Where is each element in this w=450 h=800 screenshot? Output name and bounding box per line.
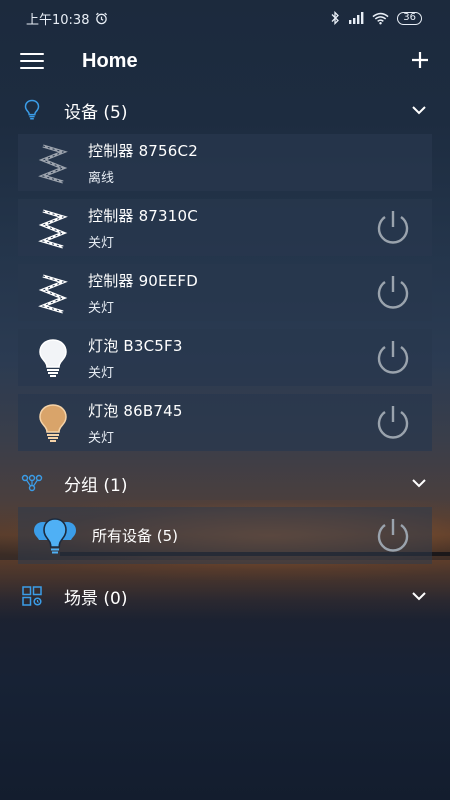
battery-indicator: 36 — [397, 11, 422, 25]
scene-grid-icon — [20, 584, 44, 608]
wifi-icon — [372, 12, 389, 24]
led-strip-icon — [18, 264, 88, 321]
scenes-section-title: 场景 (0) — [64, 588, 128, 609]
signal-icon — [349, 12, 364, 24]
status-bar: 上午10:38 36 — [0, 0, 450, 36]
device-name: 控制器 8756C2 — [88, 141, 198, 160]
device-card[interactable]: 控制器 87310C 关灯 — [18, 199, 432, 256]
device-state: 离线 — [88, 170, 115, 186]
power-button-icon[interactable] — [372, 207, 414, 249]
group-network-icon — [20, 471, 44, 495]
device-card[interactable]: 控制器 8756C2 离线 — [18, 134, 432, 191]
device-card[interactable]: 灯泡 B3C5F3 关灯 — [18, 329, 432, 386]
status-time: 上午10:38 — [26, 12, 90, 28]
white-bulb-icon — [18, 329, 88, 386]
group-card[interactable]: 所有设备 (5) — [18, 507, 432, 564]
multi-bulb-icon — [18, 507, 92, 564]
chevron-down-icon[interactable] — [410, 101, 428, 119]
page-title: Home — [82, 49, 138, 72]
led-strip-icon — [18, 199, 88, 256]
alarm-icon — [96, 12, 108, 24]
warm-bulb-icon — [18, 394, 88, 451]
plus-icon[interactable] — [406, 47, 434, 75]
hamburger-menu-icon[interactable] — [20, 51, 44, 71]
group-name: 所有设备 (5) — [92, 527, 179, 545]
chevron-down-icon[interactable] — [410, 474, 428, 492]
power-button-icon[interactable] — [372, 272, 414, 314]
power-button-icon[interactable] — [372, 337, 414, 379]
scenes-section-header[interactable]: 场景 (0) — [0, 572, 450, 620]
top-app-bar: Home — [0, 36, 450, 86]
led-strip-icon — [18, 134, 88, 191]
devices-section-title: 设备 (5) — [64, 102, 128, 123]
lightbulb-outline-icon — [20, 98, 44, 122]
device-card[interactable]: 灯泡 86B745 关灯 — [18, 394, 432, 451]
device-card[interactable]: 控制器 90EEFD 关灯 — [18, 264, 432, 321]
groups-section-title: 分组 (1) — [64, 475, 128, 496]
power-button-icon[interactable] — [372, 402, 414, 444]
bluetooth-icon — [331, 11, 340, 25]
chevron-down-icon[interactable] — [410, 587, 428, 605]
power-button-icon[interactable] — [372, 515, 414, 557]
groups-section-header[interactable]: 分组 (1) — [0, 459, 450, 507]
devices-section-header[interactable]: 设备 (5) — [0, 86, 450, 134]
